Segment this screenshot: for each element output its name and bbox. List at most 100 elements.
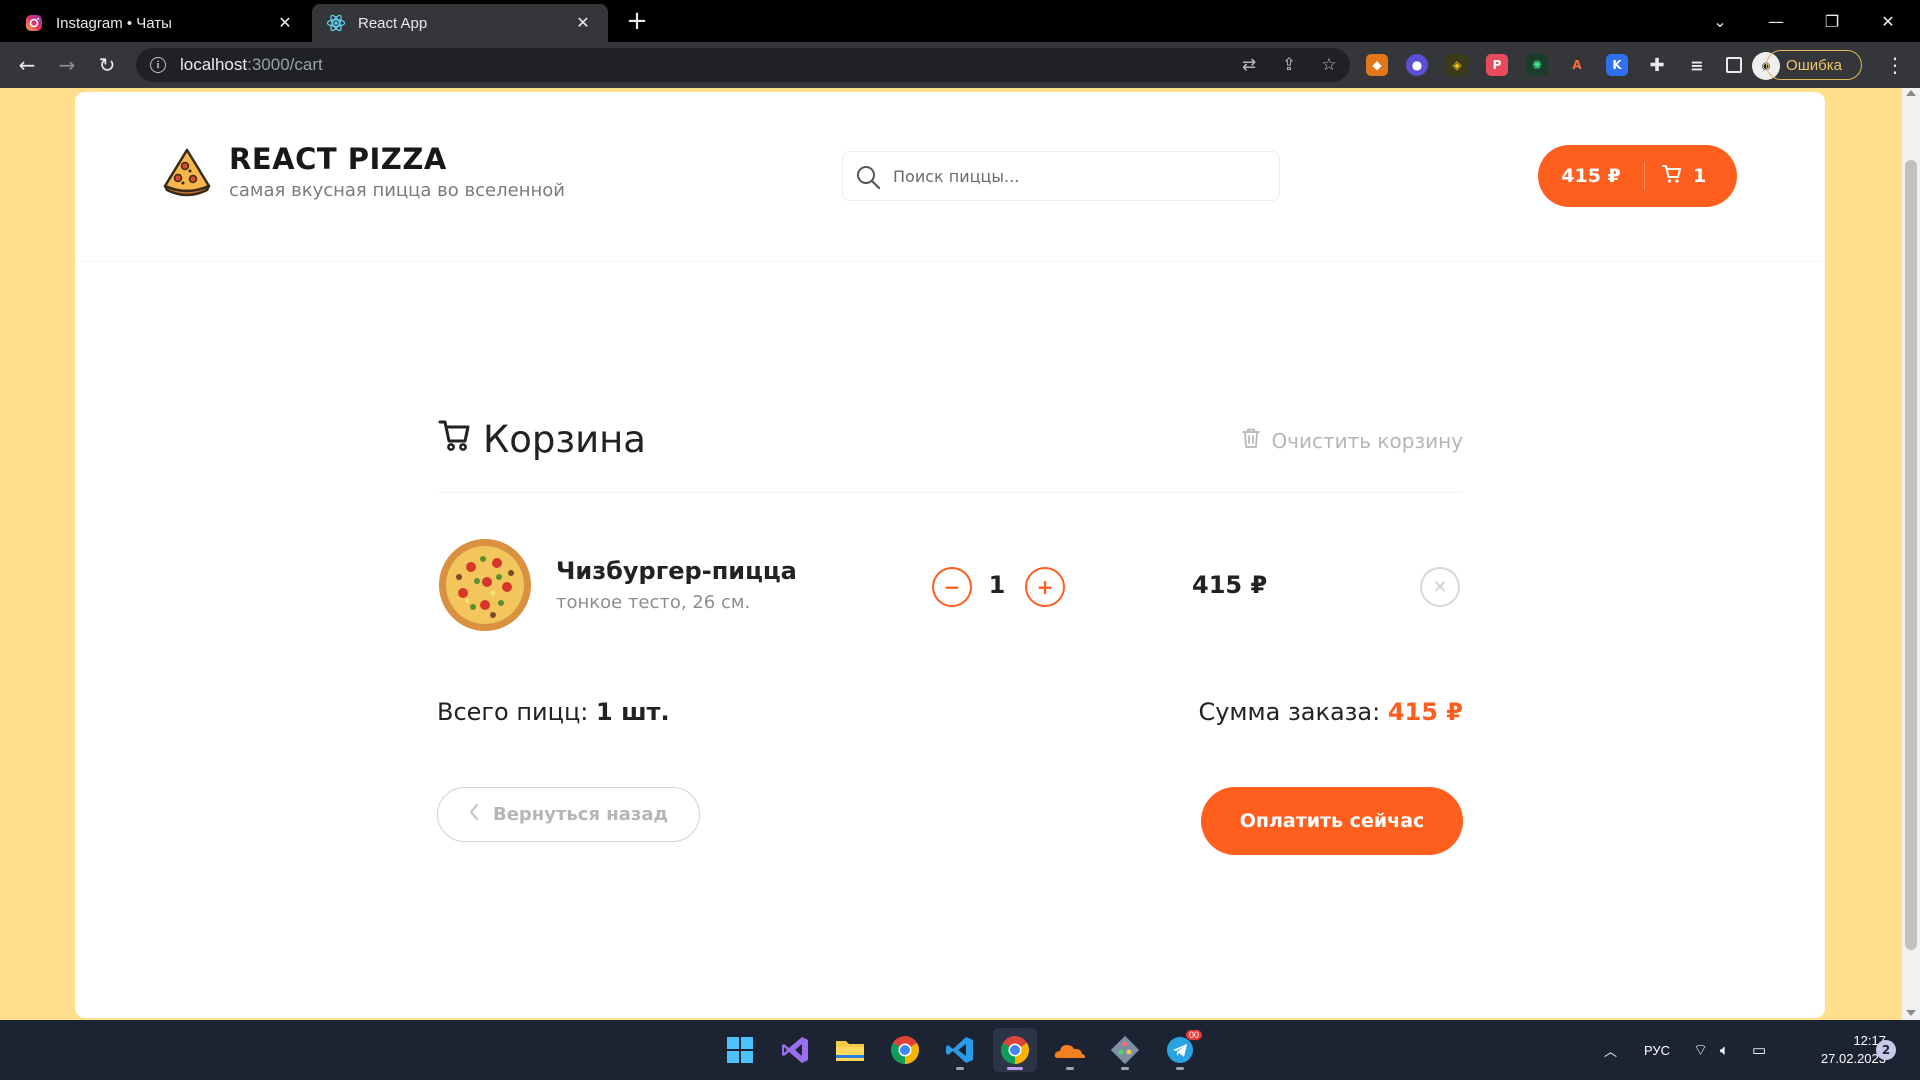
go-back-button[interactable]: Вернуться назад: [437, 787, 700, 842]
volume-icon[interactable]: 🔈︎: [1720, 1020, 1729, 1080]
forward-arrow-icon[interactable]: →: [52, 50, 82, 80]
search-box: [842, 151, 1280, 201]
pocket-extension-icon[interactable]: P: [1486, 54, 1508, 76]
brand-tagline: самая вкусная пицца во вселенной: [229, 180, 565, 201]
close-icon[interactable]: ✕: [572, 12, 594, 34]
pizza-image: [437, 537, 533, 633]
font-extension-icon[interactable]: A: [1566, 54, 1588, 76]
taskbar: 00 ︿ РУС ⌔ 🔈︎ ▭ 12:17 27.02.2023 2: [0, 1020, 1920, 1080]
telegram-icon[interactable]: 00: [1158, 1028, 1202, 1072]
share-icon[interactable]: ⇪: [1278, 55, 1300, 75]
url-path: :3000/cart: [247, 55, 323, 74]
total-count-label: Всего пицц:: [437, 698, 589, 726]
bug-extension-icon[interactable]: ✺: [1526, 54, 1548, 76]
search-icon: [855, 164, 881, 194]
close-icon: ✕: [1432, 576, 1448, 598]
system-clock[interactable]: 12:17 27.02.2023: [1794, 1032, 1886, 1068]
browser-toolbar: ← → ↻ i localhost:3000/cart ⇄ ⇪ ☆ ◆ ● ◈ …: [0, 42, 1920, 88]
cart-icon: [437, 417, 473, 462]
tab-title: Instagram • Чаты: [56, 14, 172, 32]
header-cart-button[interactable]: 415 ₽ 1: [1538, 145, 1737, 207]
item-price: 415 ₽: [1192, 571, 1268, 599]
trash-icon: [1241, 427, 1261, 454]
browser-tab-strip: Instagram • Чаты ✕ React App ✕ + ⌄ — ❐ ✕: [0, 0, 1920, 42]
instagram-icon: [24, 13, 44, 33]
battery-icon[interactable]: ▭: [1752, 1020, 1766, 1080]
search-input[interactable]: [893, 166, 1263, 186]
metamask-extension-icon[interactable]: ◆: [1366, 54, 1388, 76]
address-bar[interactable]: i localhost:3000/cart ⇄ ⇪ ☆: [136, 48, 1350, 82]
translate-icon[interactable]: ⇄: [1238, 55, 1260, 75]
visual-studio-icon[interactable]: [773, 1028, 817, 1072]
cart-count: 1: [1693, 165, 1707, 187]
k-extension-icon[interactable]: K: [1606, 54, 1628, 76]
cart-title-group: Корзина: [437, 417, 646, 462]
chrome-active-icon[interactable]: [993, 1028, 1037, 1072]
minimize-icon[interactable]: —: [1748, 0, 1804, 42]
go-back-label: Вернуться назад: [492, 804, 669, 825]
clear-cart-button[interactable]: Очистить корзину: [1241, 427, 1463, 454]
cart-header: Корзина Очистить корзину: [437, 417, 1463, 493]
git-icon[interactable]: [1103, 1028, 1147, 1072]
brand[interactable]: REACT PIZZA самая вкусная пицца во вселе…: [229, 142, 565, 201]
scroll-thumb[interactable]: [1905, 160, 1917, 950]
increase-quantity-button[interactable]: +: [1025, 567, 1065, 607]
input-language[interactable]: РУС: [1644, 1020, 1670, 1080]
running-indicator: [1066, 1067, 1074, 1070]
extensions-puzzle-icon[interactable]: ✚: [1646, 54, 1668, 76]
pizza-logo-icon[interactable]: [161, 146, 213, 198]
site-info-icon[interactable]: i: [150, 57, 166, 73]
remove-item-button[interactable]: ✕: [1420, 567, 1460, 607]
clock-date: 27.02.2023: [1820, 1051, 1886, 1066]
file-explorer-icon[interactable]: [828, 1028, 872, 1072]
item-name: Чизбургер-пицца: [556, 557, 797, 585]
page-scrollbar[interactable]: [1902, 88, 1920, 1020]
restore-icon[interactable]: ❐: [1804, 0, 1860, 42]
tab-search-chevron-icon[interactable]: ⌄: [1692, 0, 1748, 42]
back-arrow-icon[interactable]: ←: [12, 50, 42, 80]
page-title: Корзина: [483, 418, 646, 461]
url-host: localhost: [180, 55, 248, 74]
notification-badge[interactable]: 2: [1876, 1040, 1896, 1060]
site-header: REACT PIZZA самая вкусная пицца во вселе…: [75, 92, 1825, 262]
new-tab-icon[interactable]: +: [622, 6, 652, 36]
running-indicator: [1121, 1067, 1129, 1070]
vscode-icon[interactable]: [938, 1028, 982, 1072]
cart-icon: [1661, 163, 1683, 190]
ghost-extension-icon[interactable]: ●: [1406, 54, 1428, 76]
wifi-icon[interactable]: ⌔: [1693, 1020, 1708, 1080]
running-indicator: [1176, 1067, 1184, 1070]
clear-cart-label: Очистить корзину: [1271, 428, 1463, 453]
url-text[interactable]: localhost:3000/cart: [180, 55, 323, 75]
start-icon[interactable]: [718, 1028, 762, 1072]
brand-name: REACT PIZZA: [229, 142, 447, 176]
item-description: тонкое тесто, 26 см.: [556, 592, 751, 613]
more-menu-icon[interactable]: ⋮: [1880, 50, 1910, 80]
close-window-icon[interactable]: ✕: [1860, 0, 1916, 42]
profile-error-button[interactable]: Ошибка: [1766, 50, 1862, 80]
tab-instagram[interactable]: Instagram • Чаты ✕: [10, 4, 310, 42]
cloudflare-icon[interactable]: [1048, 1028, 1092, 1072]
scroll-up-icon[interactable]: [1906, 90, 1916, 96]
clock-time: 12:17: [1853, 1033, 1886, 1048]
running-indicator: [956, 1067, 964, 1070]
star-icon[interactable]: ☆: [1318, 55, 1340, 75]
cart-count-group: 1: [1645, 163, 1706, 190]
total-count-value: 1 шт.: [596, 698, 670, 726]
decrease-quantity-button[interactable]: −: [932, 567, 972, 607]
tray-chevron-icon[interactable]: ︿: [1604, 1020, 1617, 1080]
pay-now-button[interactable]: Оплатить сейчас: [1201, 787, 1463, 855]
chevron-left-icon: [469, 803, 479, 826]
side-panel-icon[interactable]: [1726, 57, 1742, 73]
total-count: Всего пицц: 1 шт.: [437, 698, 670, 726]
close-icon[interactable]: ✕: [274, 12, 296, 34]
binance-extension-icon[interactable]: ◈: [1446, 54, 1468, 76]
address-bar-actions: ⇄ ⇪ ☆: [1238, 48, 1340, 82]
media-queue-icon[interactable]: ≡: [1686, 54, 1708, 76]
total-sum-label: Сумма заказа:: [1198, 698, 1381, 726]
reload-icon[interactable]: ↻: [92, 50, 122, 80]
scroll-down-icon[interactable]: [1906, 1010, 1916, 1016]
chrome-icon[interactable]: [883, 1028, 927, 1072]
tab-react-app[interactable]: React App ✕: [312, 4, 608, 42]
total-sum-value: 415 ₽: [1387, 698, 1463, 726]
